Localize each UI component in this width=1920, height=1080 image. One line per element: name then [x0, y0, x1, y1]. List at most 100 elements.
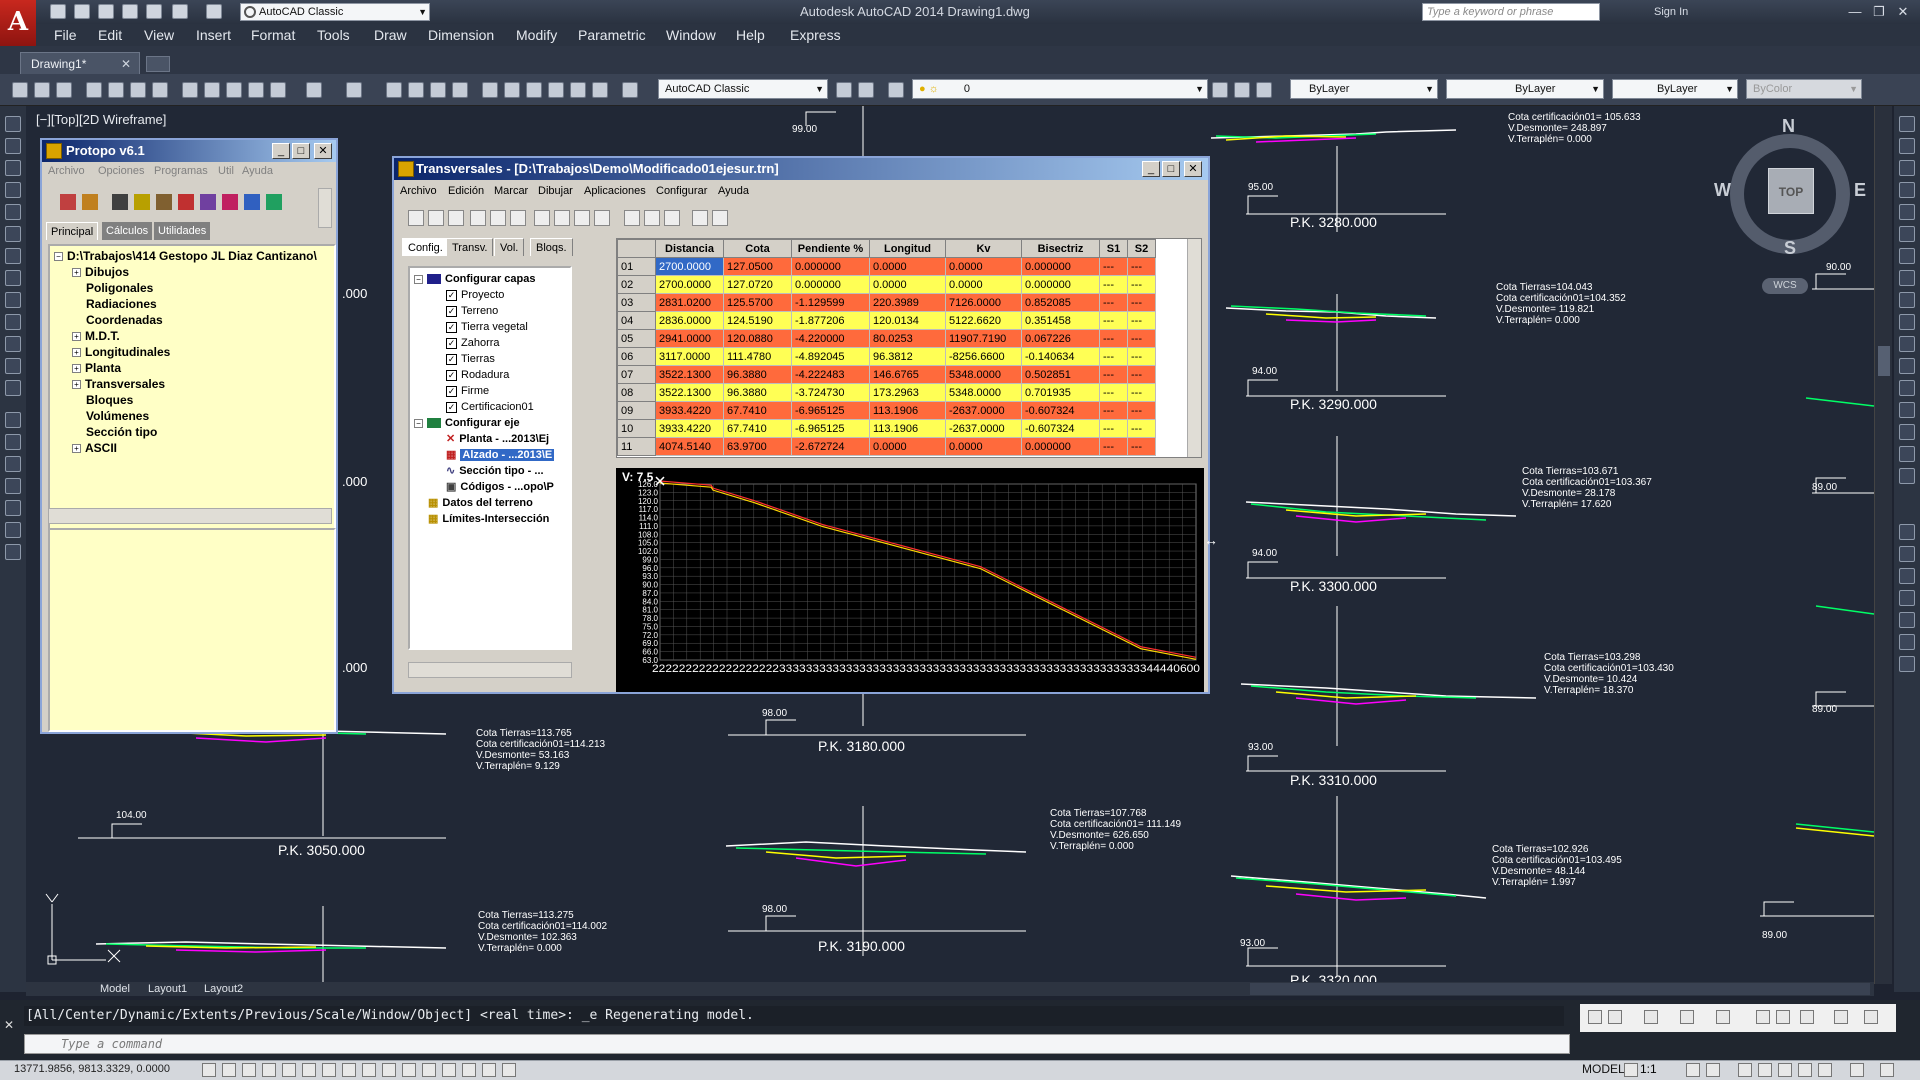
viewport-controls[interactable]: [−][Top][2D Wireframe]	[36, 112, 166, 127]
text-front-icon[interactable]	[1899, 634, 1915, 650]
table-cell[interactable]: 3522.1300	[655, 365, 724, 384]
lock-ui-icon[interactable]	[1758, 1063, 1772, 1077]
table-cell[interactable]: 96.3812	[869, 347, 946, 366]
workspace-combo[interactable]: AutoCAD Classic ▼	[240, 3, 430, 21]
trans-menu-dibujar[interactable]: Dibujar	[538, 185, 573, 197]
table-cell[interactable]: ---	[1099, 329, 1128, 348]
table-cell[interactable]: ---	[1099, 401, 1128, 420]
tree-datos-terreno[interactable]: ▦ Datos del terreno	[428, 496, 533, 511]
auto-scale-icon[interactable]	[1706, 1063, 1720, 1077]
line-icon[interactable]	[5, 116, 21, 132]
table-cell[interactable]: ---	[1099, 419, 1128, 438]
table-cell[interactable]: 111.4780	[723, 347, 792, 366]
close-icon[interactable]: ✕	[4, 1018, 18, 1032]
workspace-settings-icon[interactable]	[836, 82, 852, 98]
scroll-thumb[interactable]	[1878, 346, 1890, 376]
table-cell[interactable]: 96.3880	[723, 365, 792, 384]
tab-transv[interactable]: Transv.	[446, 238, 494, 256]
row-number-current[interactable]: 01	[617, 257, 656, 276]
eje-item[interactable]: ∿ Sección tipo - ...	[446, 464, 544, 479]
annotation-monitor-icon[interactable]	[482, 1063, 496, 1077]
table-icon[interactable]	[5, 500, 21, 516]
profile-chart[interactable]: 126.0 123.0 120.0 117.0 114.0 111.0 108.0 105.0…	[616, 468, 1204, 692]
protopo-menu-util[interactable]: Util	[218, 165, 234, 177]
table-cell[interactable]: -4.220000	[791, 329, 870, 348]
pan-icon[interactable]	[386, 82, 402, 98]
tool-icon[interactable]	[178, 194, 194, 210]
table-cell[interactable]: 67.7410	[723, 401, 792, 420]
tab-layout1[interactable]: Layout1	[148, 983, 187, 996]
mtext-icon[interactable]	[5, 522, 21, 538]
minimize-icon[interactable]: —	[1844, 2, 1866, 22]
draworder-below-icon[interactable]	[1899, 612, 1915, 628]
table-cell[interactable]: 120.0134	[869, 311, 946, 330]
open-icon[interactable]	[428, 210, 444, 226]
minimize-icon[interactable]: _	[1142, 161, 1160, 177]
selection-cycling-icon[interactable]	[462, 1063, 476, 1077]
table-cell[interactable]: -6.965125	[791, 419, 870, 438]
table-cell[interactable]: 4074.5140	[655, 437, 724, 456]
row-number[interactable]: 11	[617, 437, 656, 456]
lineweight-combo[interactable]: ByLayer ▼	[1612, 79, 1738, 99]
construction-line-icon[interactable]	[5, 138, 21, 154]
sheetset-icon[interactable]	[548, 82, 564, 98]
table-cell[interactable]: 0.351458	[1021, 311, 1100, 330]
table-cell[interactable]: ---	[1127, 419, 1156, 438]
table-cell[interactable]: ---	[1099, 293, 1128, 312]
protopo-menu-programas[interactable]: Programas	[154, 165, 208, 177]
maximize-icon[interactable]: □	[1162, 161, 1180, 177]
row-number[interactable]: 09	[617, 401, 656, 420]
trans-menu-aplicaciones[interactable]: Aplicaciones	[584, 185, 646, 197]
row-number[interactable]: 05	[617, 329, 656, 348]
table-cell[interactable]: 0.0000	[869, 437, 946, 456]
tree-root[interactable]: − D:\Trabajos\414 Gestopo JL Diaz Cantiza…	[54, 248, 317, 264]
dyn-icon[interactable]	[382, 1063, 396, 1077]
trans-menu-edicion[interactable]: Edición	[448, 185, 484, 197]
table-cell[interactable]: -2637.0000	[945, 419, 1022, 438]
move-icon[interactable]	[1899, 226, 1915, 242]
table-icon[interactable]	[644, 210, 660, 226]
paste-icon[interactable]	[574, 210, 590, 226]
infer-constraints-icon[interactable]	[202, 1063, 216, 1077]
table-cell[interactable]: ---	[1127, 257, 1156, 276]
layer-item[interactable]: ✓ Zahorra	[446, 336, 500, 351]
cut-icon[interactable]	[534, 210, 550, 226]
column-header[interactable]: S1	[1099, 239, 1128, 258]
column-header[interactable]: Cota	[723, 239, 792, 258]
fillet-icon[interactable]	[1899, 424, 1915, 440]
publish-icon[interactable]	[130, 82, 146, 98]
saveas-icon[interactable]	[122, 4, 138, 19]
help-icon[interactable]	[1864, 1010, 1878, 1024]
vertical-scrollbar[interactable]	[1874, 106, 1892, 984]
revision-cloud-icon[interactable]	[5, 270, 21, 286]
polar-icon[interactable]	[282, 1063, 296, 1077]
quick-view-icon[interactable]	[1624, 1063, 1638, 1077]
paste-icon[interactable]	[226, 82, 242, 98]
layer-item[interactable]: ✓ Proyecto	[446, 288, 504, 303]
rectangle-icon[interactable]	[5, 204, 21, 220]
draw-icon[interactable]	[664, 210, 680, 226]
table-cell[interactable]: ---	[1099, 311, 1128, 330]
table-cell[interactable]: -1.877206	[791, 311, 870, 330]
linetype-combo[interactable]: ByLayer ▼	[1446, 79, 1604, 99]
row-number[interactable]: 06	[617, 347, 656, 366]
tree-item-longitudinales[interactable]: + Longitudinales	[72, 344, 170, 360]
tab-vol[interactable]: Vol.	[494, 238, 525, 256]
clean-screen-icon[interactable]	[1880, 1063, 1894, 1077]
menu-insert[interactable]: Insert	[196, 24, 231, 46]
expand-icon[interactable]: +	[72, 332, 81, 342]
table-cell[interactable]: 0.0000	[945, 275, 1022, 294]
layer-item[interactable]: ✓ Rodadura	[446, 368, 509, 383]
compass-north[interactable]: N	[1782, 116, 1795, 137]
table-row[interactable]: 11 4074.5140 63.9700 -2.672724 0.0000 0.0000 0…	[617, 437, 1156, 456]
row-number[interactable]: 08	[617, 383, 656, 402]
tool-icon[interactable]	[200, 194, 216, 210]
table-cell[interactable]: 146.6765	[869, 365, 946, 384]
model-space-icon[interactable]	[502, 1063, 516, 1077]
blend-icon[interactable]	[1899, 446, 1915, 462]
new-icon[interactable]	[408, 210, 424, 226]
menu-draw[interactable]: Draw	[374, 24, 407, 46]
table-cell[interactable]: 2700.0000	[655, 257, 724, 276]
tab-config[interactable]: Config.	[402, 238, 449, 256]
table-cell[interactable]: 3933.4220	[655, 419, 724, 438]
